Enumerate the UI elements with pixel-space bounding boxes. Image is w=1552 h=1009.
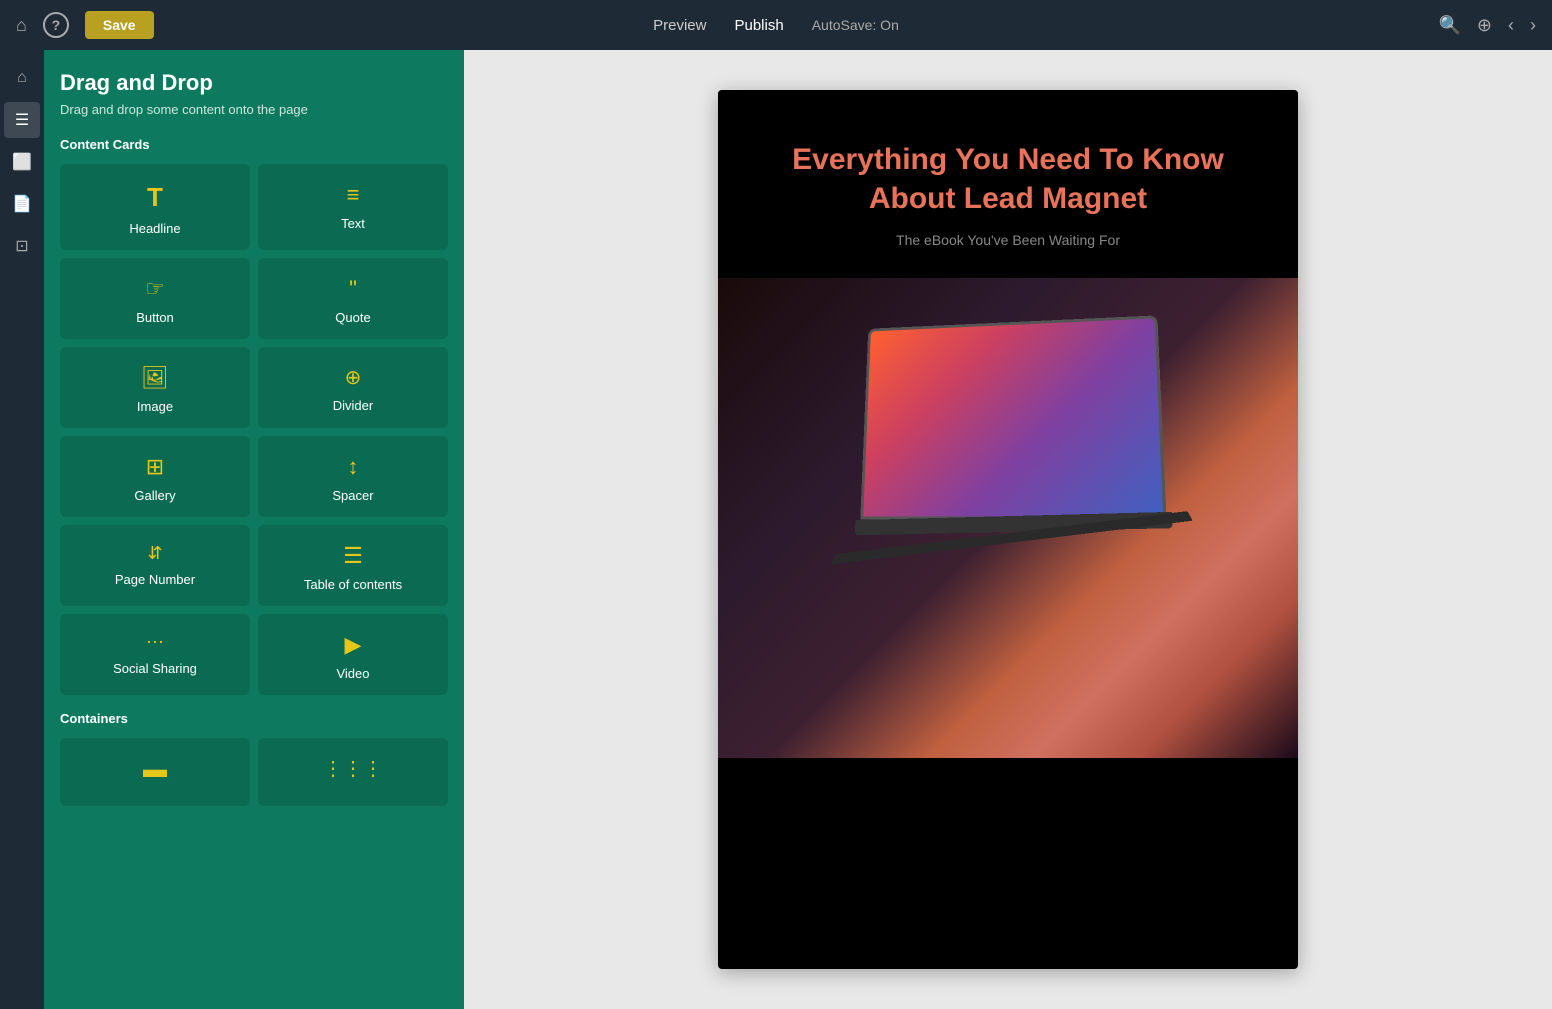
card-spacer-label: Spacer <box>332 488 373 503</box>
card-multi-col[interactable]: ⋮⋮⋮ <box>258 738 448 806</box>
page-preview: Everything You Need To Know About Lead M… <box>718 90 1298 969</box>
main-layout: ⌂ ☰ ⬜ 📄 ⊡ Drag and Drop Drag and drop so… <box>0 50 1552 1009</box>
toc-icon: ☰ <box>343 543 363 569</box>
next-icon[interactable]: › <box>1530 15 1536 36</box>
card-headline[interactable]: T Headline <box>60 164 250 250</box>
help-button[interactable]: ? <box>43 12 69 38</box>
video-icon: ▶ <box>345 632 362 658</box>
card-social-label: Social Sharing <box>113 661 197 676</box>
card-image[interactable]: 🖼 Image <box>60 347 250 428</box>
sidebar-subtitle: Drag and drop some content onto the page <box>60 102 448 117</box>
home-icon[interactable]: ⌂ <box>16 15 27 36</box>
rail-list[interactable]: ☰ <box>4 102 40 138</box>
rail-layers[interactable]: ⊡ <box>4 228 40 264</box>
canvas-area: Everything You Need To Know About Lead M… <box>464 50 1552 1009</box>
sidebar-panel: Drag and Drop Drag and drop some content… <box>44 50 464 1009</box>
containers-label: Containers <box>60 711 448 726</box>
topbar-right-icons: 🔍 ⊕ ‹ › <box>1438 15 1536 36</box>
card-table-of-contents[interactable]: ☰ Table of contents <box>258 525 448 606</box>
card-image-label: Image <box>137 399 173 414</box>
card-gallery[interactable]: ⊞ Gallery <box>60 436 250 517</box>
social-icon: ⋯ <box>146 632 164 653</box>
preview-title: Everything You Need To Know About Lead M… <box>758 140 1258 218</box>
zoom-in-icon[interactable]: ⊕ <box>1477 15 1492 36</box>
zoom-out-icon[interactable]: 🔍 <box>1438 15 1460 36</box>
card-social-sharing[interactable]: ⋯ Social Sharing <box>60 614 250 695</box>
preview-link[interactable]: Preview <box>653 17 706 34</box>
preview-subtitle: The eBook You've Been Waiting For <box>758 232 1258 248</box>
card-spacer[interactable]: ↕ Spacer <box>258 436 448 517</box>
card-quote-label: Quote <box>335 310 370 325</box>
topbar: ⌂ ? Save Preview Publish AutoSave: On 🔍 … <box>0 0 1552 50</box>
publish-link[interactable]: Publish <box>734 17 783 34</box>
save-button[interactable]: Save <box>85 11 154 39</box>
preview-cover: Everything You Need To Know About Lead M… <box>718 90 1298 248</box>
laptop-screen <box>860 315 1166 519</box>
containers-grid: ▬ ⋮⋮⋮ <box>60 738 448 806</box>
multi-col-icon: ⋮⋮⋮ <box>323 756 383 781</box>
card-video-label: Video <box>336 666 369 681</box>
autosave-status: AutoSave: On <box>812 17 899 33</box>
card-video[interactable]: ▶ Video <box>258 614 448 695</box>
center-nav: Preview Publish AutoSave: On <box>653 17 899 34</box>
rail-file[interactable]: 📄 <box>4 186 40 222</box>
card-gallery-label: Gallery <box>134 488 175 503</box>
headline-icon: T <box>147 182 163 213</box>
divider-icon: ⊕ <box>345 365 362 390</box>
card-button[interactable]: ☞ Button <box>60 258 250 339</box>
card-page-number-label: Page Number <box>115 572 195 587</box>
help-icon: ? <box>52 17 61 33</box>
rail-page[interactable]: ⬜ <box>4 144 40 180</box>
card-toc-label: Table of contents <box>304 577 402 592</box>
content-cards-grid: T Headline ≡ Text ☞ Button " Quote 🖼 Ima… <box>60 164 448 695</box>
text-icon: ≡ <box>347 182 360 208</box>
gallery-icon: ⊞ <box>146 454 164 480</box>
button-icon: ☞ <box>145 276 165 302</box>
page-number-icon: ⇵ <box>147 543 162 564</box>
card-single-col[interactable]: ▬ <box>60 738 250 806</box>
card-quote[interactable]: " Quote <box>258 258 448 339</box>
image-icon: 🖼 <box>141 365 169 391</box>
card-text[interactable]: ≡ Text <box>258 164 448 250</box>
single-col-icon: ▬ <box>143 756 167 784</box>
sidebar-title: Drag and Drop <box>60 70 448 96</box>
content-cards-label: Content Cards <box>60 137 448 152</box>
preview-image <box>718 278 1298 758</box>
card-button-label: Button <box>136 310 174 325</box>
icon-rail: ⌂ ☰ ⬜ 📄 ⊡ <box>0 50 44 1009</box>
card-divider-label: Divider <box>333 398 373 413</box>
card-headline-label: Headline <box>129 221 180 236</box>
rail-home[interactable]: ⌂ <box>4 60 40 96</box>
card-text-label: Text <box>341 216 365 231</box>
spacer-icon: ↕ <box>348 454 359 480</box>
card-page-number[interactable]: ⇵ Page Number <box>60 525 250 606</box>
card-divider[interactable]: ⊕ Divider <box>258 347 448 428</box>
prev-icon[interactable]: ‹ <box>1508 15 1514 36</box>
quote-icon: " <box>349 276 357 302</box>
